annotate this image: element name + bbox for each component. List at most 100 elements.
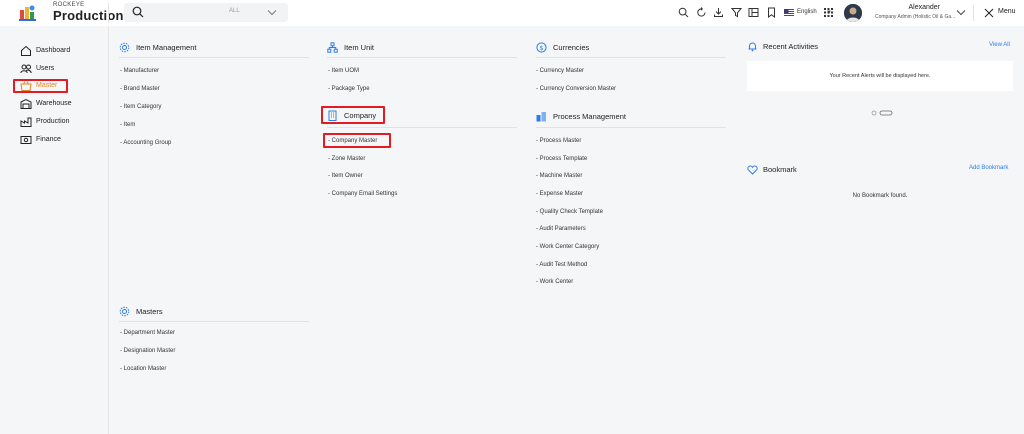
highlight-box <box>321 106 385 124</box>
search-icon <box>132 6 144 18</box>
gear-icon <box>119 306 130 317</box>
link-department-master[interactable]: - Department Master <box>120 330 175 336</box>
link-manufacturer[interactable]: - Manufacturer <box>120 68 159 74</box>
user-role: Company Admin (Holistic Oil & Ga... <box>875 14 956 20</box>
menu-button[interactable]: Menu <box>982 7 1022 19</box>
section-title: Currencies <box>553 43 590 52</box>
users-icon <box>20 64 32 74</box>
section-divider <box>119 57 309 58</box>
recent-alerts-card: Your Recent Alerts will be displayed her… <box>747 61 1013 91</box>
section-divider <box>536 57 726 58</box>
sidebar-item-label: Users <box>36 65 55 72</box>
section-title: Process Management <box>553 112 626 121</box>
sidebar-item-warehouse[interactable]: Warehouse <box>20 98 100 110</box>
link-quality-check-template[interactable]: - Quality Check Template <box>536 209 603 215</box>
avatar[interactable] <box>844 4 862 22</box>
section-title: Masters <box>136 307 163 316</box>
bookmark-header: Bookmark Add Bookmark <box>747 163 1013 177</box>
link-work-center-category[interactable]: - Work Center Category <box>536 244 599 250</box>
link-audit-parameters[interactable]: - Audit Parameters <box>536 226 586 232</box>
user-avatar-icon <box>844 4 862 22</box>
link-item-category[interactable]: - Item Category <box>120 104 161 110</box>
rockeye-logo-icon[interactable] <box>19 4 37 22</box>
link-designation-master[interactable]: - Designation Master <box>120 348 175 354</box>
global-search[interactable]: ALL <box>124 3 288 22</box>
section-divider <box>327 57 517 58</box>
section-divider <box>536 127 726 128</box>
recent-activities-title: Recent Activities <box>763 42 819 51</box>
sidebar-divider <box>108 26 109 434</box>
highlight-box <box>323 133 391 148</box>
section-header-item-unit: Item Unit <box>327 41 517 55</box>
link-brand-master[interactable]: - Brand Master <box>120 86 160 92</box>
download-icon[interactable] <box>713 7 724 18</box>
link-process-template[interactable]: - Process Template <box>536 156 587 162</box>
section-title: Item Management <box>136 43 197 52</box>
refresh-icon[interactable] <box>696 7 707 18</box>
section-divider <box>327 127 517 128</box>
svg-text:$: $ <box>539 44 543 52</box>
sidebar-item-label: Warehouse <box>36 100 72 107</box>
link-item[interactable]: - Item <box>120 122 135 128</box>
sidebar-item-production[interactable]: Production <box>20 116 100 128</box>
us-flag-icon <box>784 9 794 16</box>
layout-icon[interactable] <box>748 7 759 18</box>
section-header-item-management: Item Management <box>119 41 309 55</box>
app-title: Production <box>53 8 124 23</box>
bell-icon <box>748 42 757 52</box>
link-zone-master[interactable]: - Zone Master <box>328 156 365 162</box>
warehouse-icon <box>20 98 32 109</box>
view-all-link[interactable]: View All <box>989 42 1010 48</box>
sidebar-item-dashboard[interactable]: Dashboard <box>20 45 100 57</box>
highlight-box <box>13 79 68 93</box>
menu-label: Menu <box>998 8 1016 15</box>
chevron-down-icon[interactable] <box>267 9 277 16</box>
sidebar-item-label: Finance <box>36 136 61 143</box>
hierarchy-icon <box>327 42 338 53</box>
production-icon <box>20 117 32 127</box>
link-currency-master[interactable]: - Currency Master <box>536 68 584 74</box>
link-process-master[interactable]: - Process Master <box>536 138 581 144</box>
header-divider <box>973 5 974 21</box>
link-audit-test-method[interactable]: - Audit Test Method <box>536 262 587 268</box>
link-item-owner[interactable]: - Item Owner <box>328 173 363 179</box>
language-label: English <box>797 9 817 15</box>
chevron-down-icon[interactable] <box>956 9 966 16</box>
link-currency-conversion-master[interactable]: - Currency Conversion Master <box>536 86 616 92</box>
home-icon <box>21 45 31 56</box>
carousel-dots[interactable] <box>870 110 900 116</box>
search-icon[interactable] <box>678 7 689 18</box>
section-header-currencies: $ Currencies <box>536 41 726 55</box>
link-company-email-settings[interactable]: - Company Email Settings <box>328 191 397 197</box>
link-work-center[interactable]: - Work Center <box>536 279 573 285</box>
sidebar-item-label: Dashboard <box>36 47 71 54</box>
bookmark-title: Bookmark <box>763 165 797 174</box>
dollar-coin-icon: $ <box>536 42 547 53</box>
filter-icon[interactable] <box>731 7 742 18</box>
sidebar-item-finance[interactable]: Finance <box>20 134 100 146</box>
gear-icon <box>119 42 130 53</box>
section-title: Item Unit <box>344 43 375 52</box>
bookmark-icon[interactable] <box>766 7 777 18</box>
bookmark-empty-text: No Bookmark found. <box>852 193 908 199</box>
section-header-process-management: Process Management <box>536 110 726 124</box>
apps-grid-icon[interactable] <box>823 7 834 18</box>
section-divider <box>119 321 309 322</box>
close-icon <box>984 8 994 18</box>
user-name[interactable]: Alexander <box>908 4 940 11</box>
link-location-master[interactable]: - Location Master <box>120 366 166 372</box>
link-accounting-group[interactable]: - Accounting Group <box>120 140 171 146</box>
search-input[interactable] <box>150 6 240 19</box>
top-bar: ROCKEYE Production ALL English Alexander… <box>0 0 1024 26</box>
sidebar-item-label: Production <box>36 118 70 125</box>
search-scope-select[interactable]: ALL <box>229 8 240 14</box>
heart-icon <box>747 165 758 175</box>
add-bookmark-link[interactable]: Add Bookmark <box>969 165 1008 171</box>
sidebar-item-users[interactable]: Users <box>20 63 100 75</box>
link-item-uom[interactable]: - Item UOM <box>328 68 359 74</box>
link-package-type[interactable]: - Package Type <box>328 86 370 92</box>
link-expense-master[interactable]: - Expense Master <box>536 191 583 197</box>
link-machine-master[interactable]: - Machine Master <box>536 173 582 179</box>
header-divider <box>108 3 109 23</box>
section-header-masters: Masters <box>119 305 309 319</box>
